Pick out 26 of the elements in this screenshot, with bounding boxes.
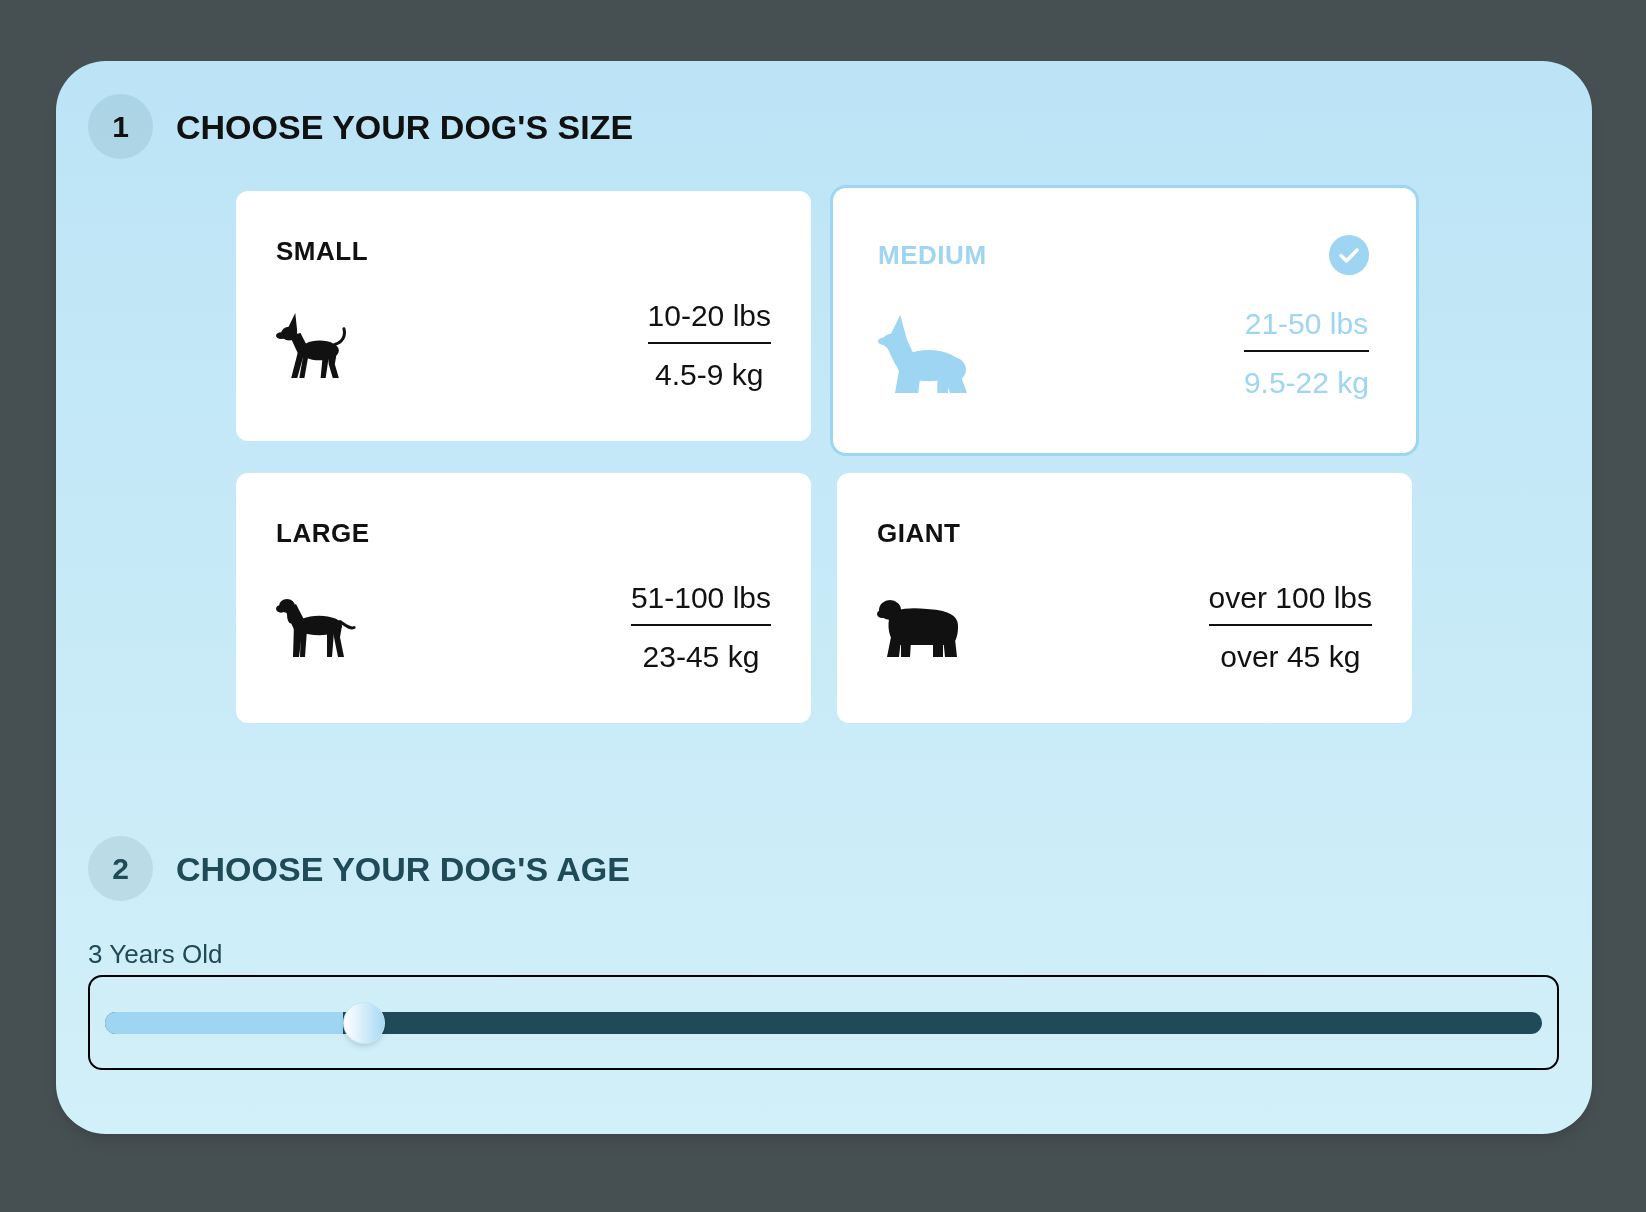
step-number: 2: [88, 836, 153, 901]
section-heading: CHOOSE YOUR DOG'S SIZE: [176, 106, 634, 147]
size-option-card[interactable]: SMALL 10-20 lbs 4.5-9 kg: [236, 191, 811, 441]
weight-kg: over 45 kg: [1219, 640, 1362, 674]
weight-kg: 9.5-22 kg: [1243, 366, 1369, 400]
section-heading: CHOOSE YOUR DOG'S AGE: [176, 848, 630, 889]
size-label: SMALL: [276, 236, 369, 266]
slider-thumb[interactable]: [342, 1001, 385, 1044]
step-number: 1: [88, 94, 153, 159]
dog-icon: [878, 314, 967, 393]
weight-lbs: over 100 lbs: [1208, 581, 1372, 616]
weight-kg: 4.5-9 kg: [654, 358, 765, 392]
weight-lbs: 21-50 lbs: [1243, 307, 1369, 342]
size-label: GIANT: [877, 518, 961, 548]
dog-icon: [276, 598, 356, 657]
weight-lbs: 51-100 lbs: [630, 581, 771, 616]
check-circle-icon: [1329, 235, 1369, 275]
size-option-card[interactable]: GIANT over 100 lbs over 45 kg: [837, 473, 1412, 723]
weight-lbs: 10-20 lbs: [647, 299, 771, 334]
size-label: LARGE: [276, 518, 370, 548]
dog-icon: [877, 598, 959, 657]
dog-icon: [276, 313, 349, 378]
weight-kg: 23-45 kg: [641, 640, 761, 674]
age-value-label: 3 Years Old: [88, 939, 223, 969]
size-option-card[interactable]: LARGE 51-100 lbs 23-45 kg: [236, 473, 811, 723]
size-label: MEDIUM: [878, 240, 987, 270]
